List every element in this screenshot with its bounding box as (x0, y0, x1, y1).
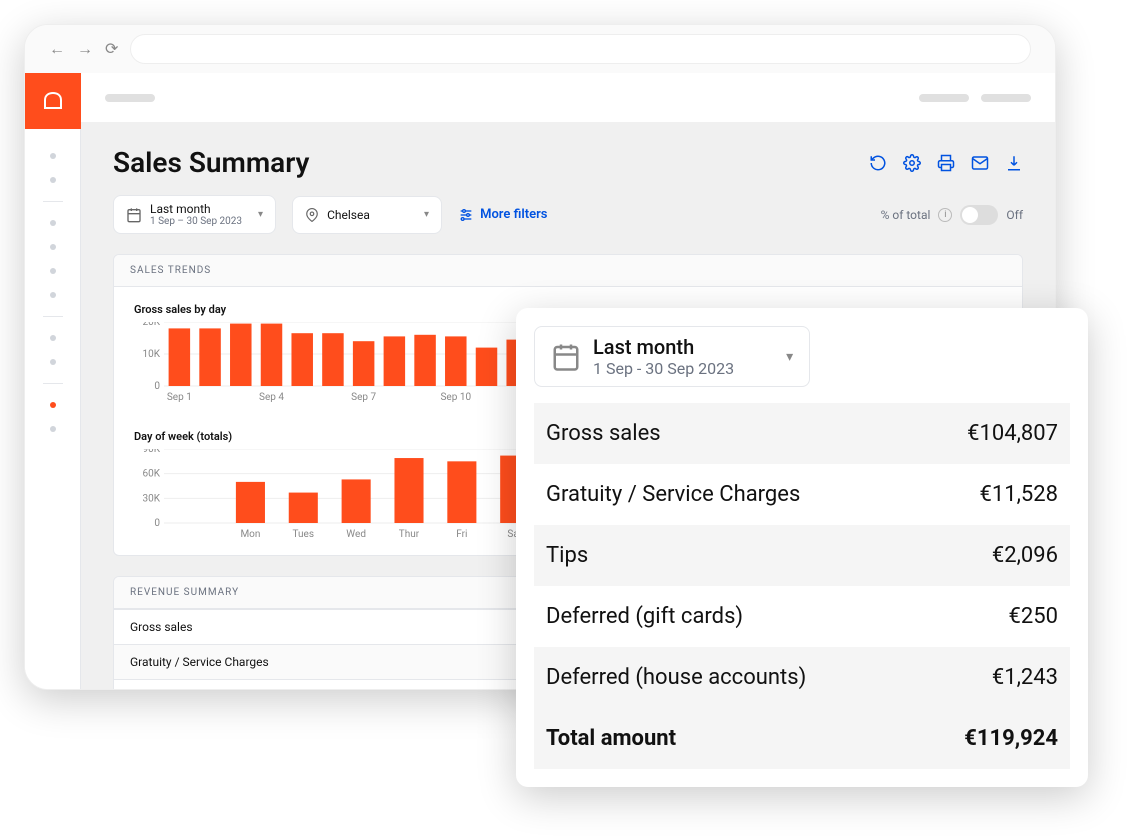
popover-row-label: Gross sales (546, 421, 661, 446)
sidebar-divider (43, 201, 63, 202)
total-label: Total amount (546, 726, 676, 751)
sidebar-item[interactable] (50, 359, 56, 365)
date-filter-range: 1 Sep – 30 Sep 2023 (150, 216, 242, 227)
popover-row: Gratuity / Service Charges €11,528 (534, 464, 1070, 525)
popover-row: Deferred (house accounts) €1,243 (534, 647, 1070, 708)
chevron-down-icon: ▾ (258, 209, 263, 220)
sidebar-item[interactable] (50, 292, 56, 298)
svg-text:Mon: Mon (240, 529, 260, 539)
svg-text:0: 0 (154, 381, 160, 392)
popover-row-value: €2,096 (992, 543, 1058, 568)
undo-icon[interactable] (869, 154, 887, 172)
svg-text:Sep 7: Sep 7 (351, 392, 376, 402)
more-filters-label: More filters (480, 207, 547, 222)
topbar (81, 73, 1055, 122)
mail-icon[interactable] (971, 154, 989, 172)
svg-text:30K: 30K (142, 493, 160, 504)
page-title: Sales Summary (113, 146, 309, 179)
sidebar-item[interactable] (50, 335, 56, 341)
location-filter[interactable]: Chelsea ▾ (292, 196, 442, 234)
svg-text:20K: 20K (142, 322, 160, 328)
popover-row-value: €1,243 (992, 665, 1058, 690)
revenue-row-label: Gratuity / Service Charges (130, 655, 269, 669)
pct-of-total-label: % of total (881, 208, 931, 222)
sidebar-item[interactable] (50, 153, 56, 159)
sidebar-item[interactable] (50, 244, 56, 250)
location-icon (305, 208, 319, 222)
popover-row-value: €250 (1009, 604, 1058, 629)
sidebar-item[interactable] (50, 268, 56, 274)
revenue-popover: Last month 1 Sep - 30 Sep 2023 ▾ Gross s… (516, 308, 1088, 787)
toggle-state-label: Off (1006, 208, 1023, 222)
chevron-down-icon: ▾ (424, 209, 429, 220)
popover-date-range: 1 Sep - 30 Sep 2023 (593, 359, 734, 378)
topbar-skel (981, 94, 1031, 102)
back-icon[interactable]: ← (49, 39, 65, 59)
topbar-skel (105, 94, 155, 102)
popover-row-label: Deferred (gift cards) (546, 604, 743, 629)
popover-row: Tips €2,096 (534, 525, 1070, 586)
sidebar-divider (43, 316, 63, 317)
popover-row-value: €11,528 (979, 482, 1058, 507)
sidebar (25, 73, 81, 689)
date-filter-label: Last month (150, 202, 242, 216)
calendar-icon (551, 342, 581, 372)
svg-text:Sep 4: Sep 4 (259, 392, 284, 402)
filter-bar: Last month 1 Sep – 30 Sep 2023 ▾ Chelsea… (113, 195, 1023, 234)
toolbar-actions (869, 154, 1023, 172)
svg-text:0: 0 (154, 518, 160, 529)
popover-row: Gross sales €104,807 (534, 403, 1070, 464)
sidebar-item[interactable] (50, 177, 56, 183)
gear-icon[interactable] (903, 154, 921, 172)
popover-row-label: Gratuity / Service Charges (546, 482, 800, 507)
calendar-icon (126, 207, 142, 223)
printer-icon[interactable] (937, 154, 955, 172)
popover-row-label: Deferred (house accounts) (546, 665, 806, 690)
sidebar-nav (43, 129, 63, 432)
sliders-icon (458, 207, 474, 223)
svg-text:Wed: Wed (346, 529, 366, 539)
reload-icon[interactable]: ⟳ (105, 39, 118, 59)
revenue-row-label: Gross sales (130, 620, 193, 634)
svg-text:Fri: Fri (456, 529, 467, 539)
popover-date-filter[interactable]: Last month 1 Sep - 30 Sep 2023 ▾ (534, 326, 810, 387)
total-value: €119,924 (964, 726, 1058, 751)
topbar-skel (919, 94, 969, 102)
forward-icon[interactable]: → (77, 39, 93, 59)
svg-text:90K: 90K (142, 449, 160, 455)
more-filters-button[interactable]: More filters (458, 207, 547, 223)
svg-text:Tues: Tues (293, 529, 314, 539)
sidebar-item-active[interactable] (50, 402, 56, 408)
popover-row-value: €104,807 (967, 421, 1058, 446)
sales-trends-header: SALES TRENDS (114, 255, 1022, 287)
popover-total-row: Total amount €119,924 (534, 708, 1070, 769)
brand-logo[interactable] (25, 73, 81, 129)
download-icon[interactable] (1005, 154, 1023, 172)
chevron-down-icon: ▾ (786, 349, 793, 365)
sidebar-divider (43, 383, 63, 384)
popover-date-label: Last month (593, 335, 734, 359)
info-icon[interactable]: i (938, 208, 952, 222)
pct-of-total-toggle[interactable] (960, 205, 998, 225)
svg-text:10K: 10K (142, 349, 160, 360)
popover-row-label: Tips (546, 543, 588, 568)
popover-row: Deferred (gift cards) €250 (534, 586, 1070, 647)
svg-text:Thur: Thur (399, 529, 420, 539)
url-input[interactable] (130, 34, 1031, 64)
svg-text:60K: 60K (142, 469, 160, 480)
location-filter-value: Chelsea (327, 208, 370, 222)
svg-text:Sep 10: Sep 10 (440, 392, 471, 402)
sidebar-item[interactable] (50, 426, 56, 432)
sidebar-item[interactable] (50, 220, 56, 226)
browser-toolbar: ← → ⟳ (25, 25, 1055, 73)
date-filter[interactable]: Last month 1 Sep – 30 Sep 2023 ▾ (113, 195, 276, 234)
svg-text:Sep 1: Sep 1 (167, 392, 192, 402)
